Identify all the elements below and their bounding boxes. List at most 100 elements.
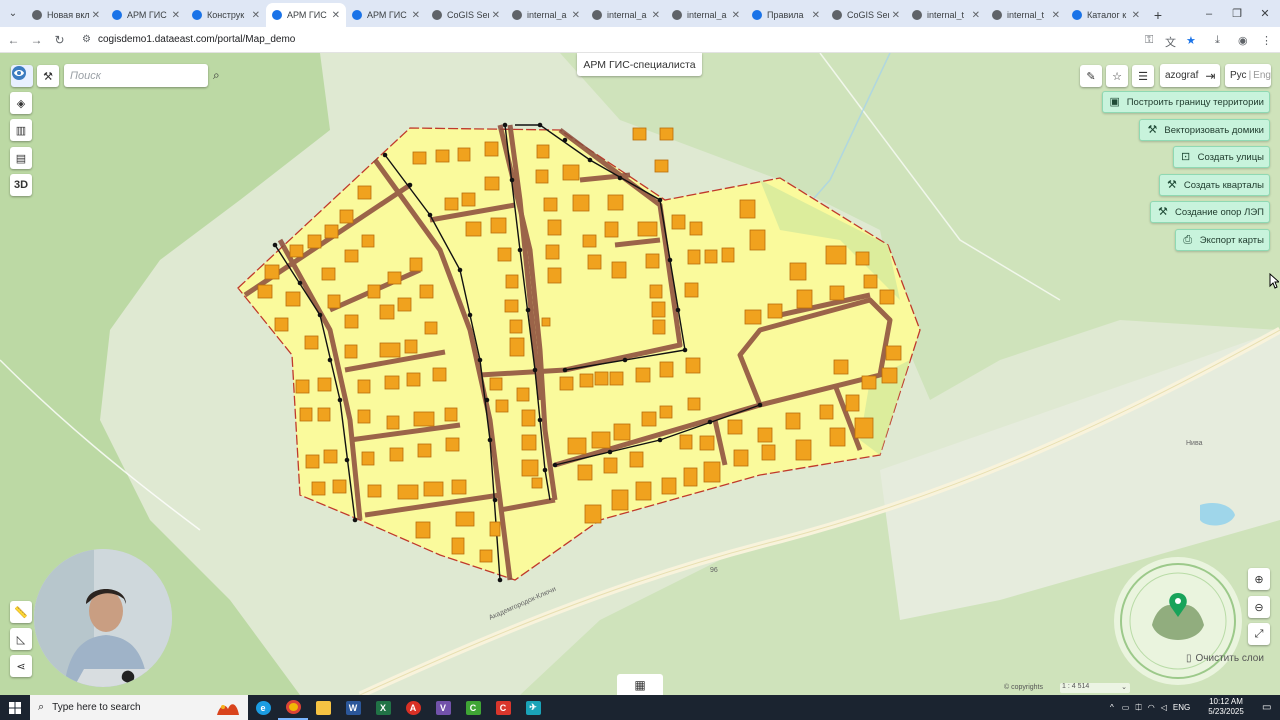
browser-tab[interactable]: Правила ✕	[746, 3, 826, 27]
tab-close-icon[interactable]: ✕	[572, 10, 580, 21]
build-territory-boundary-button[interactable]: ▣ Построить границу территории	[1101, 91, 1270, 113]
tab-close-icon[interactable]: ✕	[972, 10, 980, 21]
browser-tab[interactable]: internal_a ✕	[506, 3, 586, 27]
visual-studio-icon[interactable]: V	[428, 695, 458, 720]
browser-tab[interactable]: АРМ ГИС ✕	[266, 3, 346, 27]
tab-close-icon[interactable]: ✕	[252, 10, 260, 21]
create-blocks-button[interactable]: ⚒ Создать кварталы	[1158, 174, 1270, 196]
tab-close-icon[interactable]: ✕	[892, 10, 900, 21]
browser-tab[interactable]: internal_a ✕	[586, 3, 666, 27]
fullscreen-icon[interactable]: ⤢	[1248, 623, 1270, 645]
vectorize-houses-button[interactable]: ⚒ Векторизовать домики	[1139, 119, 1270, 141]
wifi-icon[interactable]: ◠	[1148, 703, 1155, 712]
mic-icon[interactable]: ⎅	[1135, 703, 1141, 713]
search-input[interactable]	[70, 69, 213, 82]
maximize-button[interactable]: ❐	[1222, 0, 1252, 27]
measure-area-icon[interactable]: ◺	[10, 628, 32, 650]
browser-tab[interactable]: internal_a ✕	[666, 3, 746, 27]
browser-tab[interactable]: Каталог к ✕	[1066, 3, 1146, 27]
zoom-out-icon[interactable]: ⊖	[1248, 596, 1270, 618]
browser-tab[interactable]: Конструк ✕	[186, 3, 266, 27]
webcam-overlay	[34, 549, 172, 687]
favorites-star-icon[interactable]: ☆	[1106, 65, 1128, 87]
file-explorer-icon[interactable]	[308, 695, 338, 720]
tab-close-icon[interactable]: ✕	[172, 10, 180, 21]
back-icon[interactable]: ←	[2, 33, 25, 47]
measure-ruler-icon[interactable]: 📏	[10, 601, 32, 623]
tab-close-icon[interactable]: ✕	[732, 10, 740, 21]
map-book-icon[interactable]: ▥	[10, 119, 32, 141]
logout-icon[interactable]: ⇥	[1205, 69, 1215, 83]
tab-title: Правила	[767, 10, 804, 20]
lang-en[interactable]: Eng	[1253, 70, 1271, 81]
create-streets-button[interactable]: ⊡ Создать улицы	[1172, 146, 1270, 168]
green-app-icon[interactable]: C	[458, 695, 488, 720]
edit-pencil-icon[interactable]: ✎	[1080, 65, 1102, 87]
tab-close-icon[interactable]: ✕	[812, 10, 820, 21]
user-panel[interactable]: azograf ⇥	[1160, 64, 1220, 87]
clear-layers-button[interactable]: ▯ Очистить слои	[1186, 653, 1264, 664]
reload-icon[interactable]: ↻	[48, 33, 71, 47]
word-icon[interactable]: W	[338, 695, 368, 720]
edge-browser-icon[interactable]: e	[248, 695, 278, 720]
layers-icon[interactable]: ◈	[10, 92, 32, 114]
minimize-button[interactable]: –	[1194, 0, 1224, 27]
3d-button[interactable]: 3D	[10, 174, 32, 196]
new-tab-button[interactable]: +	[1146, 3, 1170, 27]
clock[interactable]: 10:12 AM 5/23/2025	[1198, 697, 1254, 717]
excel-icon[interactable]: X	[368, 695, 398, 720]
site-info-icon[interactable]: ⚙	[82, 34, 91, 45]
settings-sliders-icon[interactable]: ☰	[1132, 65, 1154, 87]
share-icon[interactable]: ⋖	[10, 655, 32, 677]
tab-close-icon[interactable]: ✕	[92, 10, 100, 21]
browser-tab[interactable]: АРМ ГИС ✕	[106, 3, 186, 27]
tab-close-icon[interactable]: ✕	[412, 10, 420, 21]
tab-close-icon[interactable]: ✕	[492, 10, 500, 21]
volume-icon[interactable]: ◁	[1161, 703, 1167, 712]
close-window-button[interactable]: ✕	[1250, 0, 1280, 27]
zoom-in-icon[interactable]: ⊕	[1248, 568, 1270, 590]
map-canvas[interactable]: Нива 96 Академгородок-Ключи ⚒ ⌕ ◈ ▥ ▤ 3D…	[0, 53, 1280, 695]
profile-icon[interactable]: ◉	[1238, 34, 1248, 47]
chrome-browser-icon[interactable]	[278, 695, 308, 720]
browser-tab[interactable]: CoGIS Ser ✕	[426, 3, 506, 27]
tab-search-icon[interactable]: ⌄	[0, 0, 26, 27]
tab-close-icon[interactable]: ✕	[652, 10, 660, 21]
translate-icon[interactable]: 文	[1165, 34, 1176, 50]
input-language[interactable]: ENG	[1173, 703, 1190, 712]
notifications-icon[interactable]: ▭	[1262, 695, 1271, 720]
search-icon[interactable]: ⌕	[213, 68, 220, 83]
windows-start-icon[interactable]	[0, 695, 30, 720]
taskbar-widget-icon[interactable]	[208, 695, 248, 720]
tab-favicon-icon	[672, 10, 682, 20]
lang-ru[interactable]: Рус	[1230, 70, 1247, 81]
taskbar-search[interactable]: ⌕ Type here to search	[30, 695, 208, 720]
url-field[interactable]: cogisdemo1.dataeast.com/portal/Map_demo	[98, 34, 295, 45]
browser-tab[interactable]: Новая вкл ✕	[26, 3, 106, 27]
acrobat-icon[interactable]: A	[398, 695, 428, 720]
browser-menu-icon[interactable]: ⋮	[1261, 34, 1272, 47]
browser-tab[interactable]: internal_t ✕	[906, 3, 986, 27]
download-icon[interactable]: ⤓	[1215, 34, 1220, 47]
browser-tab[interactable]: АРМ ГИС ✕	[346, 3, 426, 27]
legend-icon[interactable]: ▤	[10, 147, 32, 169]
forward-icon[interactable]: →	[25, 33, 48, 47]
bookmark-star-icon[interactable]: ★	[1186, 34, 1196, 47]
network-icon[interactable]: ▭	[1122, 703, 1130, 712]
export-map-button[interactable]: ⎙ Экспорт карты	[1174, 229, 1270, 251]
red-app-icon[interactable]: C	[488, 695, 518, 720]
password-key-icon[interactable]: ⚿	[1145, 34, 1153, 47]
search-box[interactable]: ⌕	[64, 64, 220, 87]
browser-tab[interactable]: internal_t ✕	[986, 3, 1066, 27]
browser-tab[interactable]: CoGIS Ser ✕	[826, 3, 906, 27]
create-power-poles-button[interactable]: ⚒ Создание опор ЛЭП	[1149, 201, 1270, 223]
scale-selector[interactable]: 1 : 4 514 ⌄	[1060, 683, 1130, 693]
app-logo-icon[interactable]	[11, 65, 33, 87]
tab-close-icon[interactable]: ✕	[1052, 10, 1060, 21]
tray-chevron-icon[interactable]: ^	[1110, 703, 1114, 712]
teal-app-icon[interactable]: ✈	[518, 695, 548, 720]
tools-icon[interactable]: ⚒	[37, 65, 59, 87]
tab-close-icon[interactable]: ✕	[1132, 10, 1140, 21]
tab-close-icon[interactable]: ✕	[332, 10, 340, 21]
attribute-table-icon[interactable]: ▦	[617, 674, 663, 695]
